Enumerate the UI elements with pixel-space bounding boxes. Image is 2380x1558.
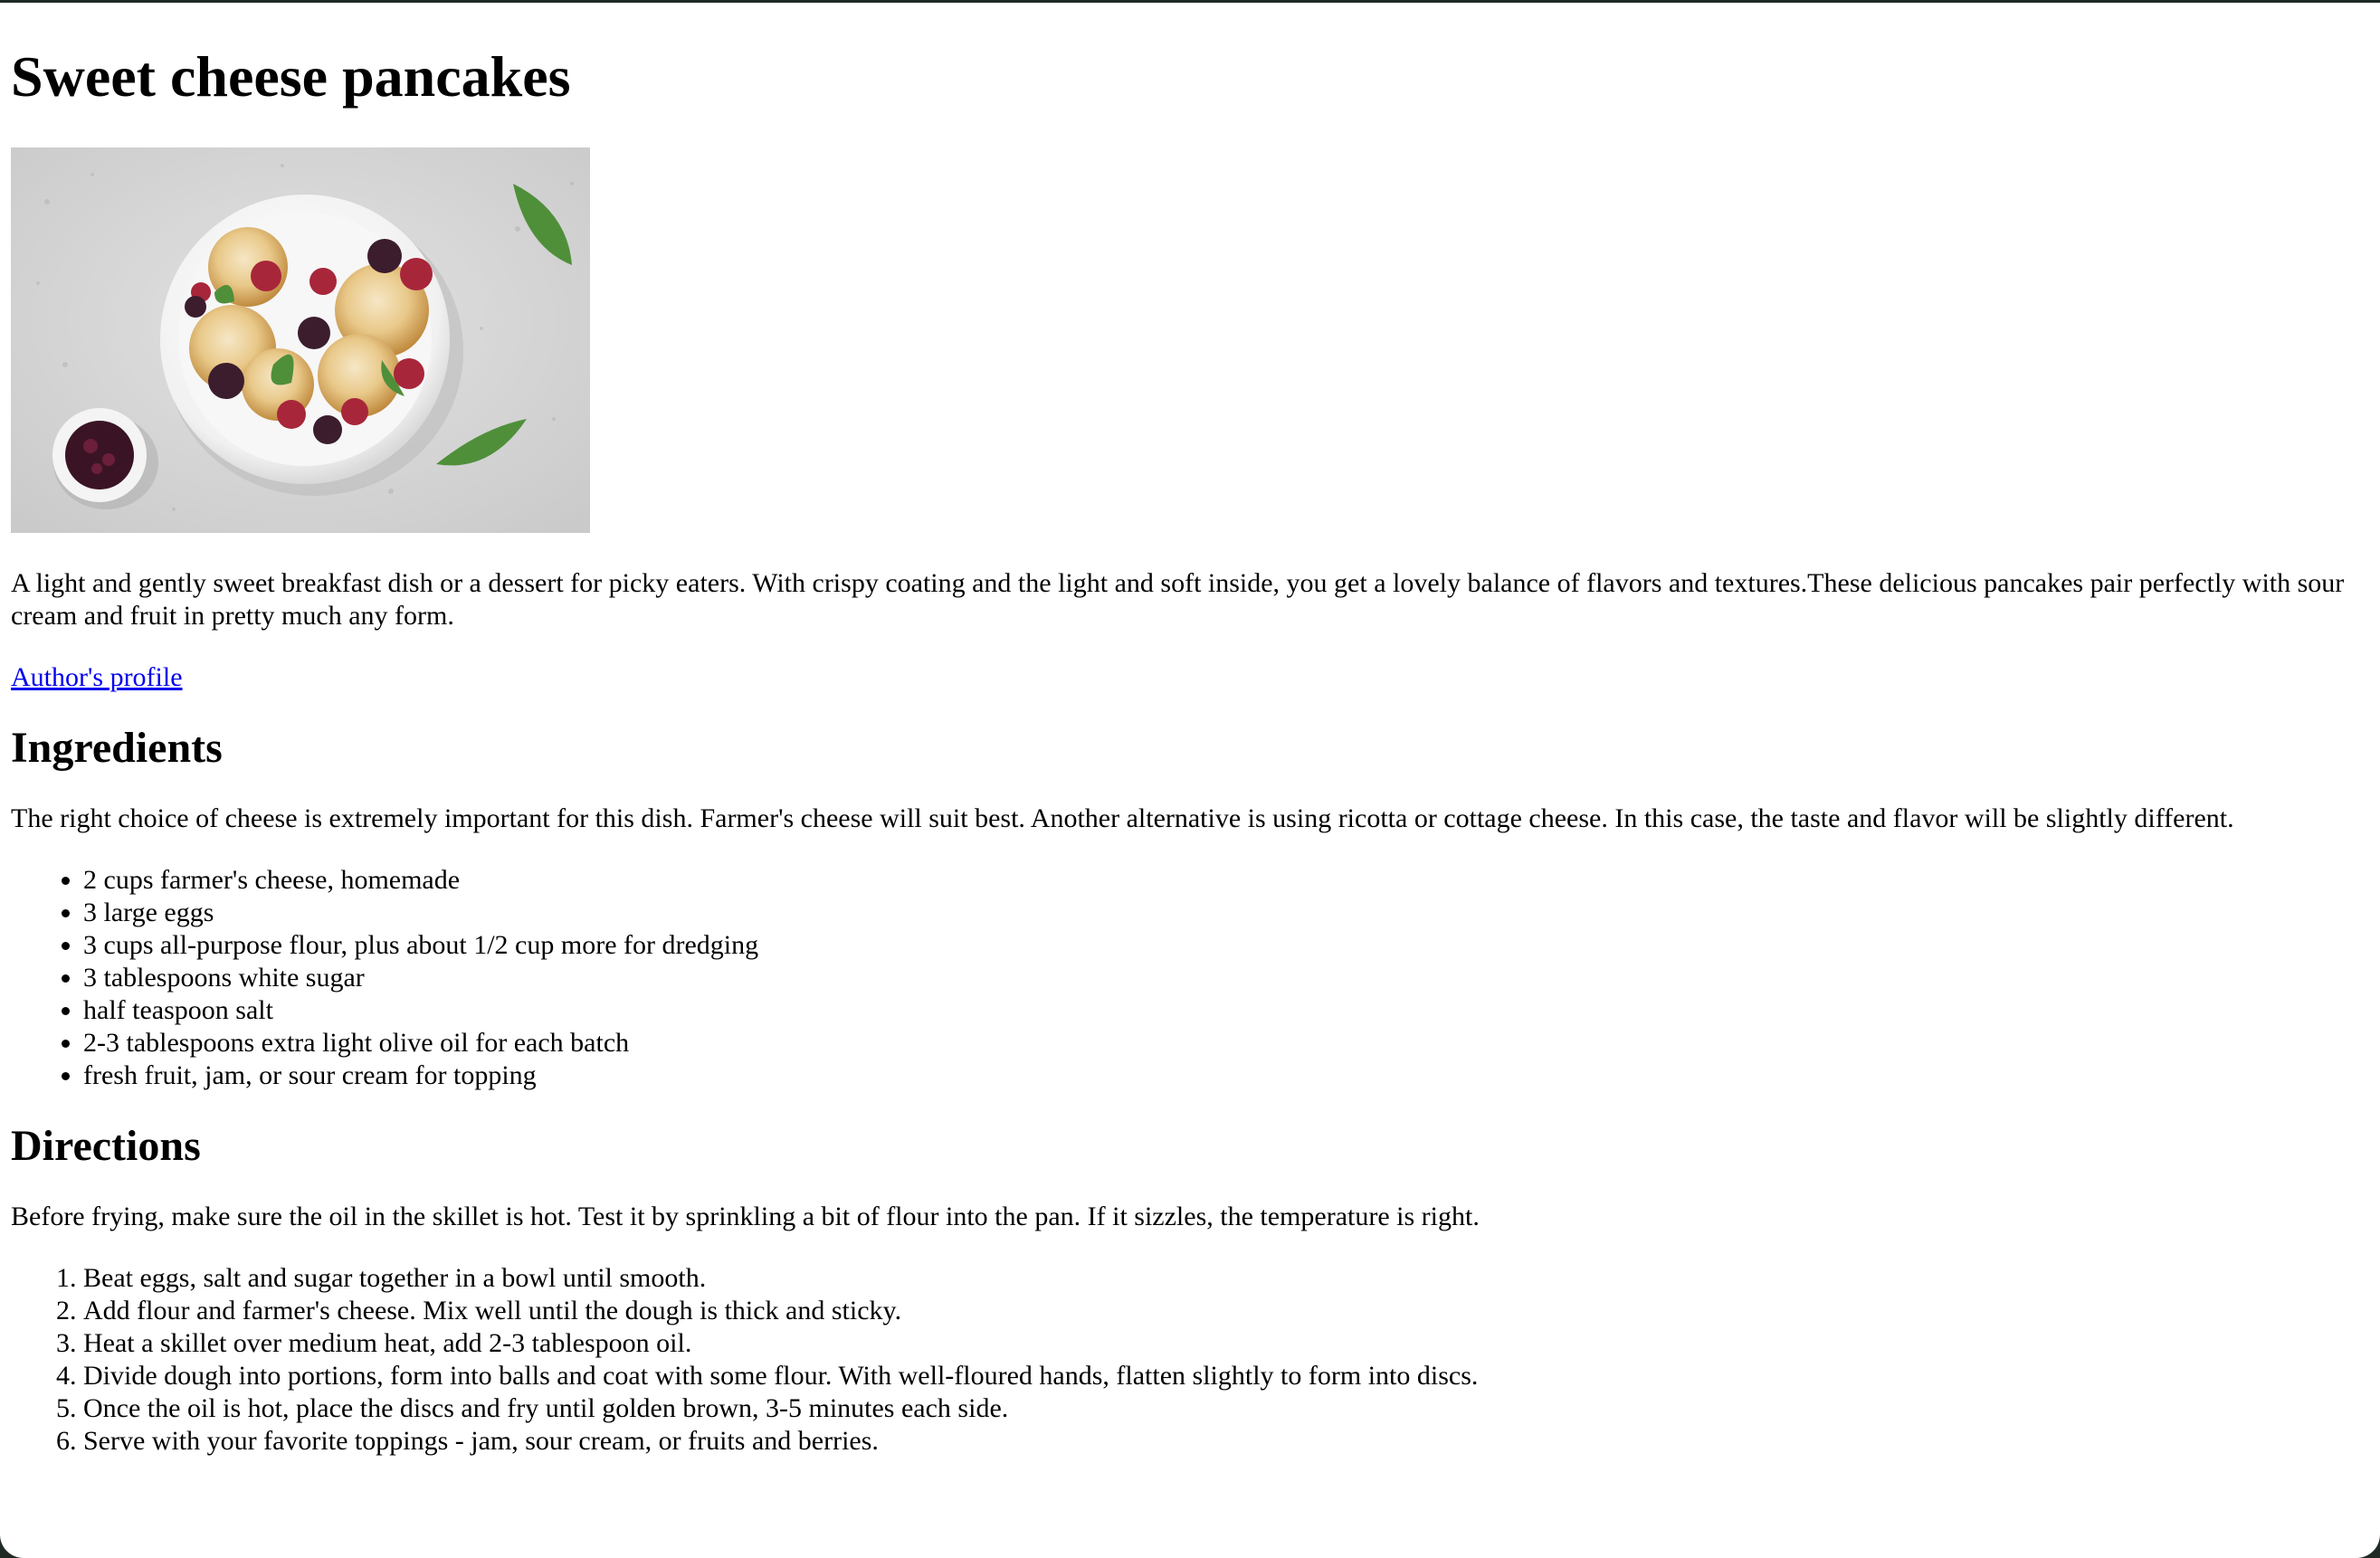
list-item: half teaspoon salt <box>83 994 2364 1027</box>
list-item: 3 cups all-purpose flour, plus about 1/2… <box>83 929 2364 962</box>
list-item: 3 tablespoons white sugar <box>83 962 2364 994</box>
list-item: Add flour and farmer's cheese. Mix well … <box>83 1295 2364 1327</box>
page-title: Sweet cheese pancakes <box>11 44 571 109</box>
recipe-description: A light and gently sweet breakfast dish … <box>11 568 2345 631</box>
list-item: 3 large eggs <box>83 897 2364 929</box>
list-item: Divide dough into portions, form into ba… <box>83 1360 2364 1392</box>
directions-intro: Before frying, make sure the oil in the … <box>11 1202 1480 1231</box>
list-item: Beat eggs, salt and sugar together in a … <box>83 1262 2364 1295</box>
directions-list: Beat eggs, salt and sugar together in a … <box>11 1262 2364 1458</box>
list-item: Heat a skillet over medium heat, add 2-3… <box>83 1327 2364 1360</box>
directions-heading: Directions <box>11 1122 201 1170</box>
list-item: 2-3 tablespoons extra light olive oil fo… <box>83 1027 2364 1059</box>
ingredients-heading: Ingredients <box>11 724 223 772</box>
ingredients-list: 2 cups farmer's cheese, homemade 3 large… <box>11 864 2364 1092</box>
recipe-image <box>11 147 590 533</box>
list-item: 2 cups farmer's cheese, homemade <box>83 864 2364 897</box>
ingredients-intro: The right choice of cheese is extremely … <box>11 803 2234 833</box>
author-profile-link[interactable]: Author's profile <box>11 662 183 692</box>
list-item: Serve with your favorite toppings - jam,… <box>83 1425 2364 1458</box>
list-item: fresh fruit, jam, or sour cream for topp… <box>83 1059 2364 1092</box>
browser-viewport: Sweet cheese pancakes A light and gently… <box>0 3 2380 1558</box>
list-item: Once the oil is hot, place the discs and… <box>83 1392 2364 1425</box>
pancakes-photo <box>11 147 590 533</box>
recipe-article: Sweet cheese pancakes A light and gently… <box>11 3 2364 1458</box>
